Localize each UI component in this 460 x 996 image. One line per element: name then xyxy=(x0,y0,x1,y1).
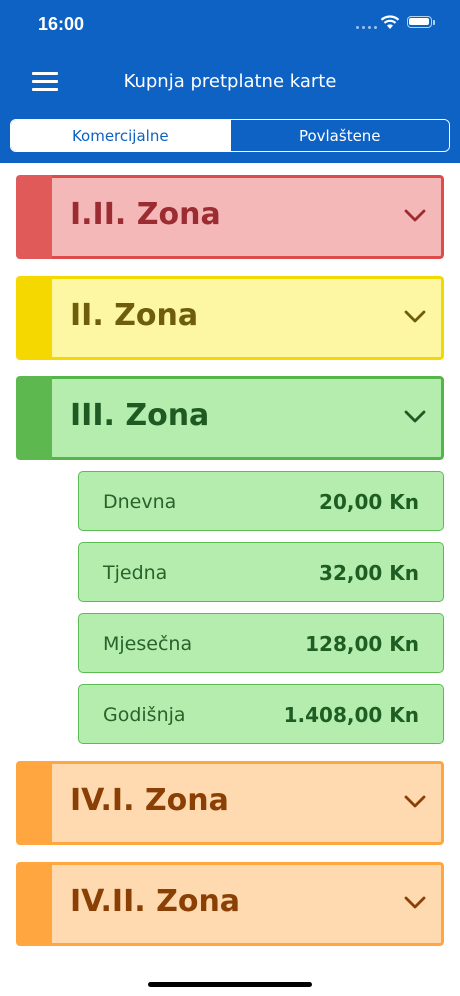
home-indicator xyxy=(148,982,312,987)
ticket-option-price: 1.408,00 Kn xyxy=(283,703,419,727)
page-title: Kupnja pretplatne karte xyxy=(123,71,337,92)
zone-color-stripe xyxy=(16,761,52,845)
zone-title: IV.II. Zona xyxy=(70,884,241,919)
zone-title: I.II. Zona xyxy=(70,197,221,232)
zone-header-4-2[interactable]: IV.II. Zona xyxy=(16,862,444,946)
status-time: 16:00 xyxy=(38,14,85,34)
zone-header-4-1[interactable]: IV.I. Zona xyxy=(16,761,444,845)
zone-color-stripe xyxy=(16,175,52,259)
zone-title: II. Zona xyxy=(70,298,199,333)
battery-icon xyxy=(407,16,432,28)
zone-header-3[interactable]: III. Zona xyxy=(16,376,444,460)
cellular-signal-icon xyxy=(356,26,377,29)
zone-header-1-2[interactable]: I.II. Zona xyxy=(16,175,444,259)
chevron-down-icon xyxy=(404,896,426,909)
ticket-option-godisnja[interactable]: Godišnja 1.408,00 Kn xyxy=(78,684,444,744)
ticket-option-name: Dnevna xyxy=(103,491,177,513)
zone-title: IV.I. Zona xyxy=(70,783,229,818)
chevron-down-icon xyxy=(404,795,426,808)
zone-header-2[interactable]: II. Zona xyxy=(16,276,444,360)
ticket-option-tjedna[interactable]: Tjedna 32,00 Kn xyxy=(78,542,444,602)
zone-color-stripe xyxy=(16,376,52,460)
zone-color-stripe xyxy=(16,276,52,360)
ticket-option-mjesecna[interactable]: Mjesečna 128,00 Kn xyxy=(78,613,444,673)
ticket-option-dnevna[interactable]: Dnevna 20,00 Kn xyxy=(78,471,444,531)
zone-color-stripe xyxy=(16,862,52,946)
battery-cap xyxy=(433,20,435,25)
ticket-option-name: Godišnja xyxy=(103,704,186,726)
navigation-bar: Kupnja pretplatne karte xyxy=(0,50,460,108)
ticket-option-price: 32,00 Kn xyxy=(319,561,419,585)
ticket-option-name: Mjesečna xyxy=(103,633,193,655)
segment-bar: Komercijalne Povlaštene xyxy=(0,108,460,163)
ticket-option-name: Tjedna xyxy=(103,562,168,584)
ticket-option-price: 128,00 Kn xyxy=(305,632,419,656)
ticket-type-segmented-control: Komercijalne Povlaštene xyxy=(10,119,450,152)
tab-komercijalne[interactable]: Komercijalne xyxy=(11,120,230,151)
chevron-down-icon xyxy=(404,410,426,423)
zone-title: III. Zona xyxy=(70,398,210,433)
status-bar: 16:00 xyxy=(0,0,460,50)
tab-povlastene[interactable]: Povlaštene xyxy=(229,120,449,151)
chevron-down-icon xyxy=(404,310,426,323)
ticket-option-price: 20,00 Kn xyxy=(319,490,419,514)
chevron-down-icon xyxy=(404,209,426,222)
wifi-icon xyxy=(380,15,400,29)
